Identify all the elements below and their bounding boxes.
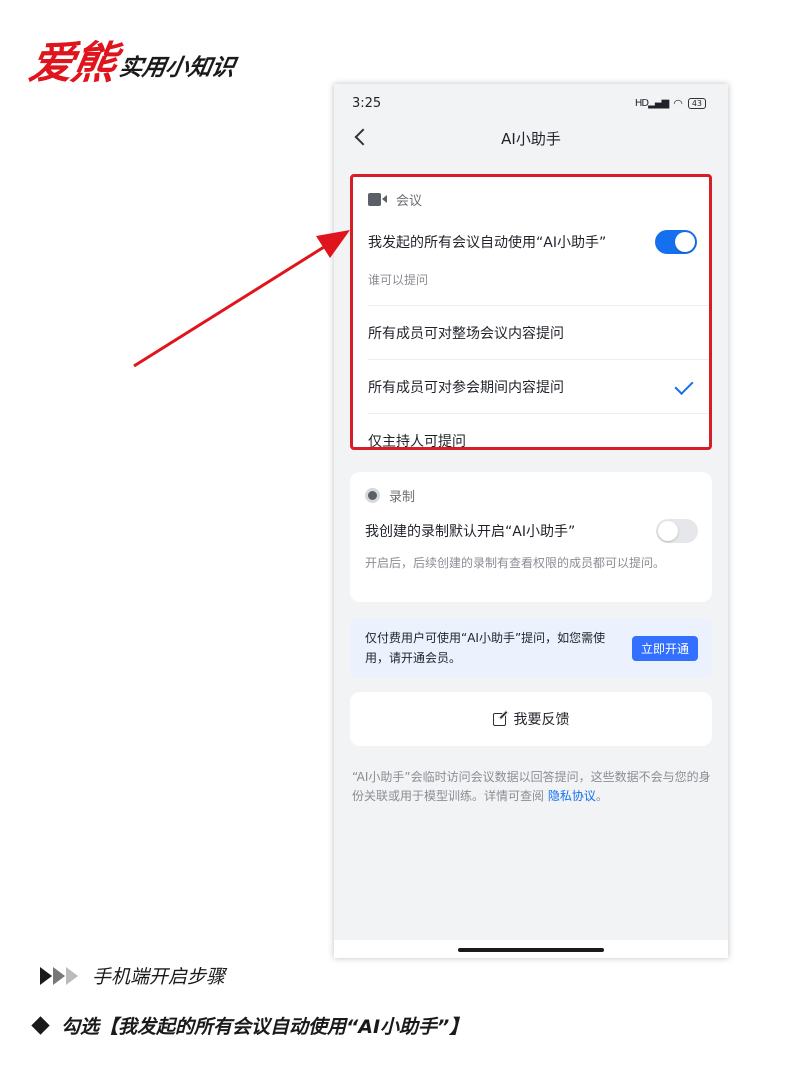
instruction-caption: 勾选【我发起的所有会议自动使用“AI小助手”】 [31, 1012, 469, 1039]
annotation-arrow [133, 230, 350, 368]
step-title: 手机端开启步骤 [92, 966, 226, 988]
instruction-text: 勾选【我发起的所有会议自动使用“AI小助手”】 [61, 1016, 469, 1038]
triple-arrow-icon [40, 966, 78, 985]
step-caption: 手机端开启步骤 [40, 962, 225, 989]
diamond-bullet-icon [31, 1016, 50, 1035]
